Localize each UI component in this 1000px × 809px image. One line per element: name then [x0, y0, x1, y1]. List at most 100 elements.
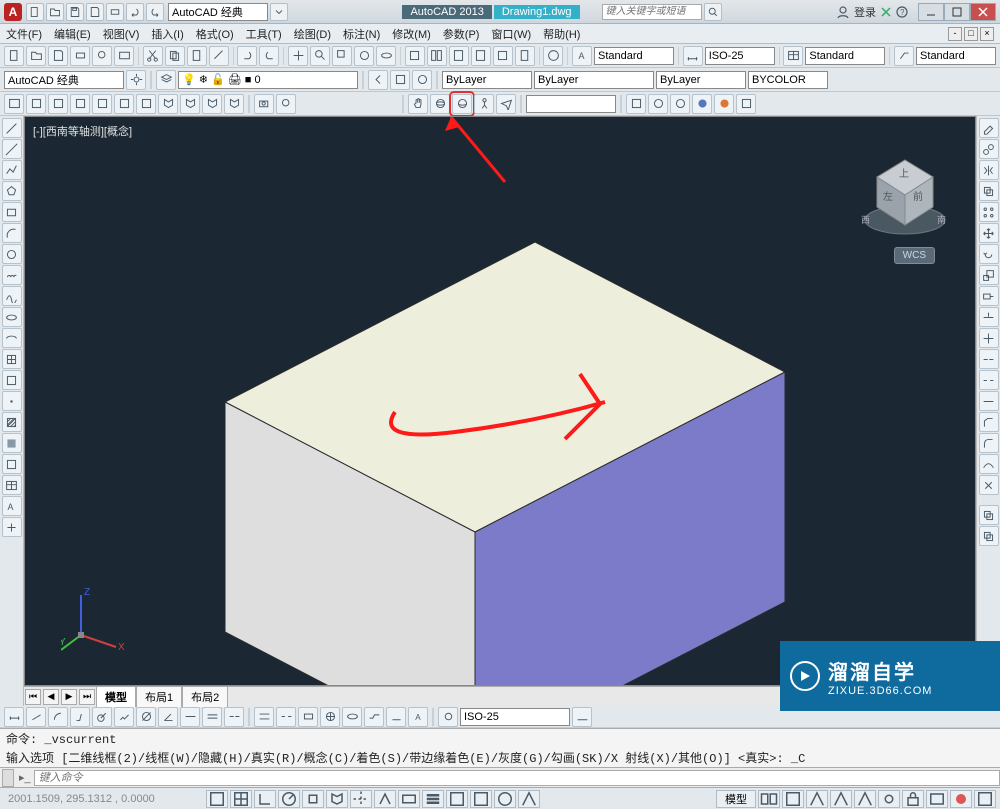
gradient-icon[interactable] — [2, 433, 22, 453]
polygon-icon[interactable] — [2, 181, 22, 201]
help-icon[interactable]: ? — [896, 6, 908, 18]
dim-update-icon[interactable] — [438, 707, 458, 727]
vs-2dwire-icon[interactable] — [626, 94, 646, 114]
inspect-icon[interactable] — [342, 707, 362, 727]
markup-icon[interactable] — [493, 46, 513, 66]
dim-quick-icon[interactable] — [180, 707, 200, 727]
command-window[interactable]: 命令: _vscurrent 输入选项 [二维线框(2)/线框(W)/隐藏(H)… — [0, 728, 1000, 767]
fillet-icon[interactable] — [979, 433, 999, 453]
open-icon[interactable] — [46, 3, 64, 21]
offset-icon[interactable] — [979, 181, 999, 201]
hardware-accel-icon[interactable] — [926, 790, 948, 808]
redo-icon[interactable] — [146, 3, 164, 21]
ducs-icon[interactable] — [374, 790, 396, 808]
point-icon[interactable] — [2, 391, 22, 411]
save-icon[interactable] — [66, 3, 84, 21]
grid-icon[interactable] — [230, 790, 252, 808]
dropdown-icon[interactable] — [270, 3, 288, 21]
publish-icon[interactable] — [114, 46, 134, 66]
dim-space-icon[interactable] — [254, 707, 274, 727]
tab-layout1[interactable]: 布局1 — [136, 686, 182, 707]
3dosnap-icon[interactable] — [326, 790, 348, 808]
osnap-icon[interactable] — [302, 790, 324, 808]
ortho-icon[interactable] — [254, 790, 276, 808]
hatch-icon[interactable] — [2, 412, 22, 432]
spline-icon[interactable] — [2, 286, 22, 306]
lineweight-combo[interactable] — [656, 71, 746, 89]
orbit-free-icon[interactable] — [430, 94, 450, 114]
camera-icon[interactable] — [254, 94, 274, 114]
redo-icon[interactable] — [259, 46, 279, 66]
dim-style-combo-2[interactable] — [460, 708, 570, 726]
model-space-button[interactable]: 模型 — [716, 790, 756, 808]
dim-radius-icon[interactable] — [92, 707, 112, 727]
otrack-icon[interactable] — [350, 790, 372, 808]
dim-aligned-icon[interactable] — [26, 707, 46, 727]
viewport-label[interactable]: [-][西南等轴测][概念] — [33, 123, 132, 139]
tab-layout2[interactable]: 布局2 — [182, 686, 228, 707]
layer-iso-icon[interactable] — [412, 70, 432, 90]
menu-modify[interactable]: 修改(M) — [392, 26, 431, 42]
vs-wire-icon[interactable] — [648, 94, 668, 114]
design-center-icon[interactable] — [427, 46, 447, 66]
vs-hidden-icon[interactable] — [670, 94, 690, 114]
viewcube[interactable]: 上 左 前 西 南 — [855, 145, 955, 245]
xline-icon[interactable] — [2, 139, 22, 159]
ws-switch-icon[interactable] — [878, 790, 900, 808]
app-logo[interactable]: A — [4, 3, 22, 21]
isolate-icon[interactable] — [950, 790, 972, 808]
rectangle-icon[interactable] — [2, 202, 22, 222]
view-left-icon[interactable] — [70, 94, 90, 114]
close-button[interactable] — [970, 3, 996, 21]
walk-icon[interactable] — [474, 94, 494, 114]
addselected-icon[interactable] — [2, 517, 22, 537]
move-icon[interactable] — [979, 223, 999, 243]
menu-insert[interactable]: 插入(I) — [151, 26, 183, 42]
new-icon[interactable] — [26, 3, 44, 21]
menu-draw[interactable]: 绘图(D) — [294, 26, 331, 42]
ellipse-arc-icon[interactable] — [2, 328, 22, 348]
plot-icon[interactable] — [70, 46, 90, 66]
line-icon[interactable] — [2, 118, 22, 138]
visualstyle-combo[interactable] — [526, 95, 616, 113]
dim-jogged-icon[interactable] — [114, 707, 134, 727]
named-views-icon[interactable] — [4, 94, 24, 114]
search-icon[interactable] — [704, 3, 722, 21]
am-icon[interactable] — [518, 790, 540, 808]
lwt-icon[interactable] — [422, 790, 444, 808]
ellipse-icon[interactable] — [2, 307, 22, 327]
sheet-set-icon[interactable] — [471, 46, 491, 66]
textstyle-combo[interactable] — [594, 47, 674, 65]
paste-icon[interactable] — [187, 46, 207, 66]
tab-next-icon[interactable]: ▶ — [61, 689, 77, 705]
draworder-icon[interactable] — [979, 505, 999, 525]
view-nw-icon[interactable] — [224, 94, 244, 114]
view-se-icon[interactable] — [180, 94, 200, 114]
make-block-icon[interactable] — [2, 370, 22, 390]
dim-ordinate-icon[interactable] — [70, 707, 90, 727]
quickview-drawings-icon[interactable] — [782, 790, 804, 808]
region-icon[interactable] — [2, 454, 22, 474]
pan-icon[interactable] — [288, 46, 308, 66]
calc-icon[interactable] — [515, 46, 535, 66]
linetype-combo[interactable] — [534, 71, 654, 89]
save-icon[interactable] — [48, 46, 68, 66]
color-combo[interactable] — [442, 71, 532, 89]
qp-icon[interactable] — [470, 790, 492, 808]
trim-icon[interactable] — [979, 307, 999, 327]
mleaderstyle-icon[interactable] — [894, 46, 914, 66]
extend-icon[interactable] — [979, 328, 999, 348]
revcloud-icon[interactable] — [2, 265, 22, 285]
view-ne-icon[interactable] — [202, 94, 222, 114]
login-link[interactable]: 登录 — [854, 4, 876, 20]
quickview-layouts-icon[interactable] — [758, 790, 780, 808]
undo-icon[interactable] — [237, 46, 257, 66]
layer-state-icon[interactable] — [390, 70, 410, 90]
tab-model[interactable]: 模型 — [96, 686, 136, 707]
polar-icon[interactable] — [278, 790, 300, 808]
snap-icon[interactable] — [206, 790, 228, 808]
doc-restore[interactable]: □ — [964, 27, 978, 41]
dim-edit-icon[interactable] — [386, 707, 406, 727]
break-icon[interactable] — [979, 370, 999, 390]
dim-diameter-icon[interactable] — [136, 707, 156, 727]
